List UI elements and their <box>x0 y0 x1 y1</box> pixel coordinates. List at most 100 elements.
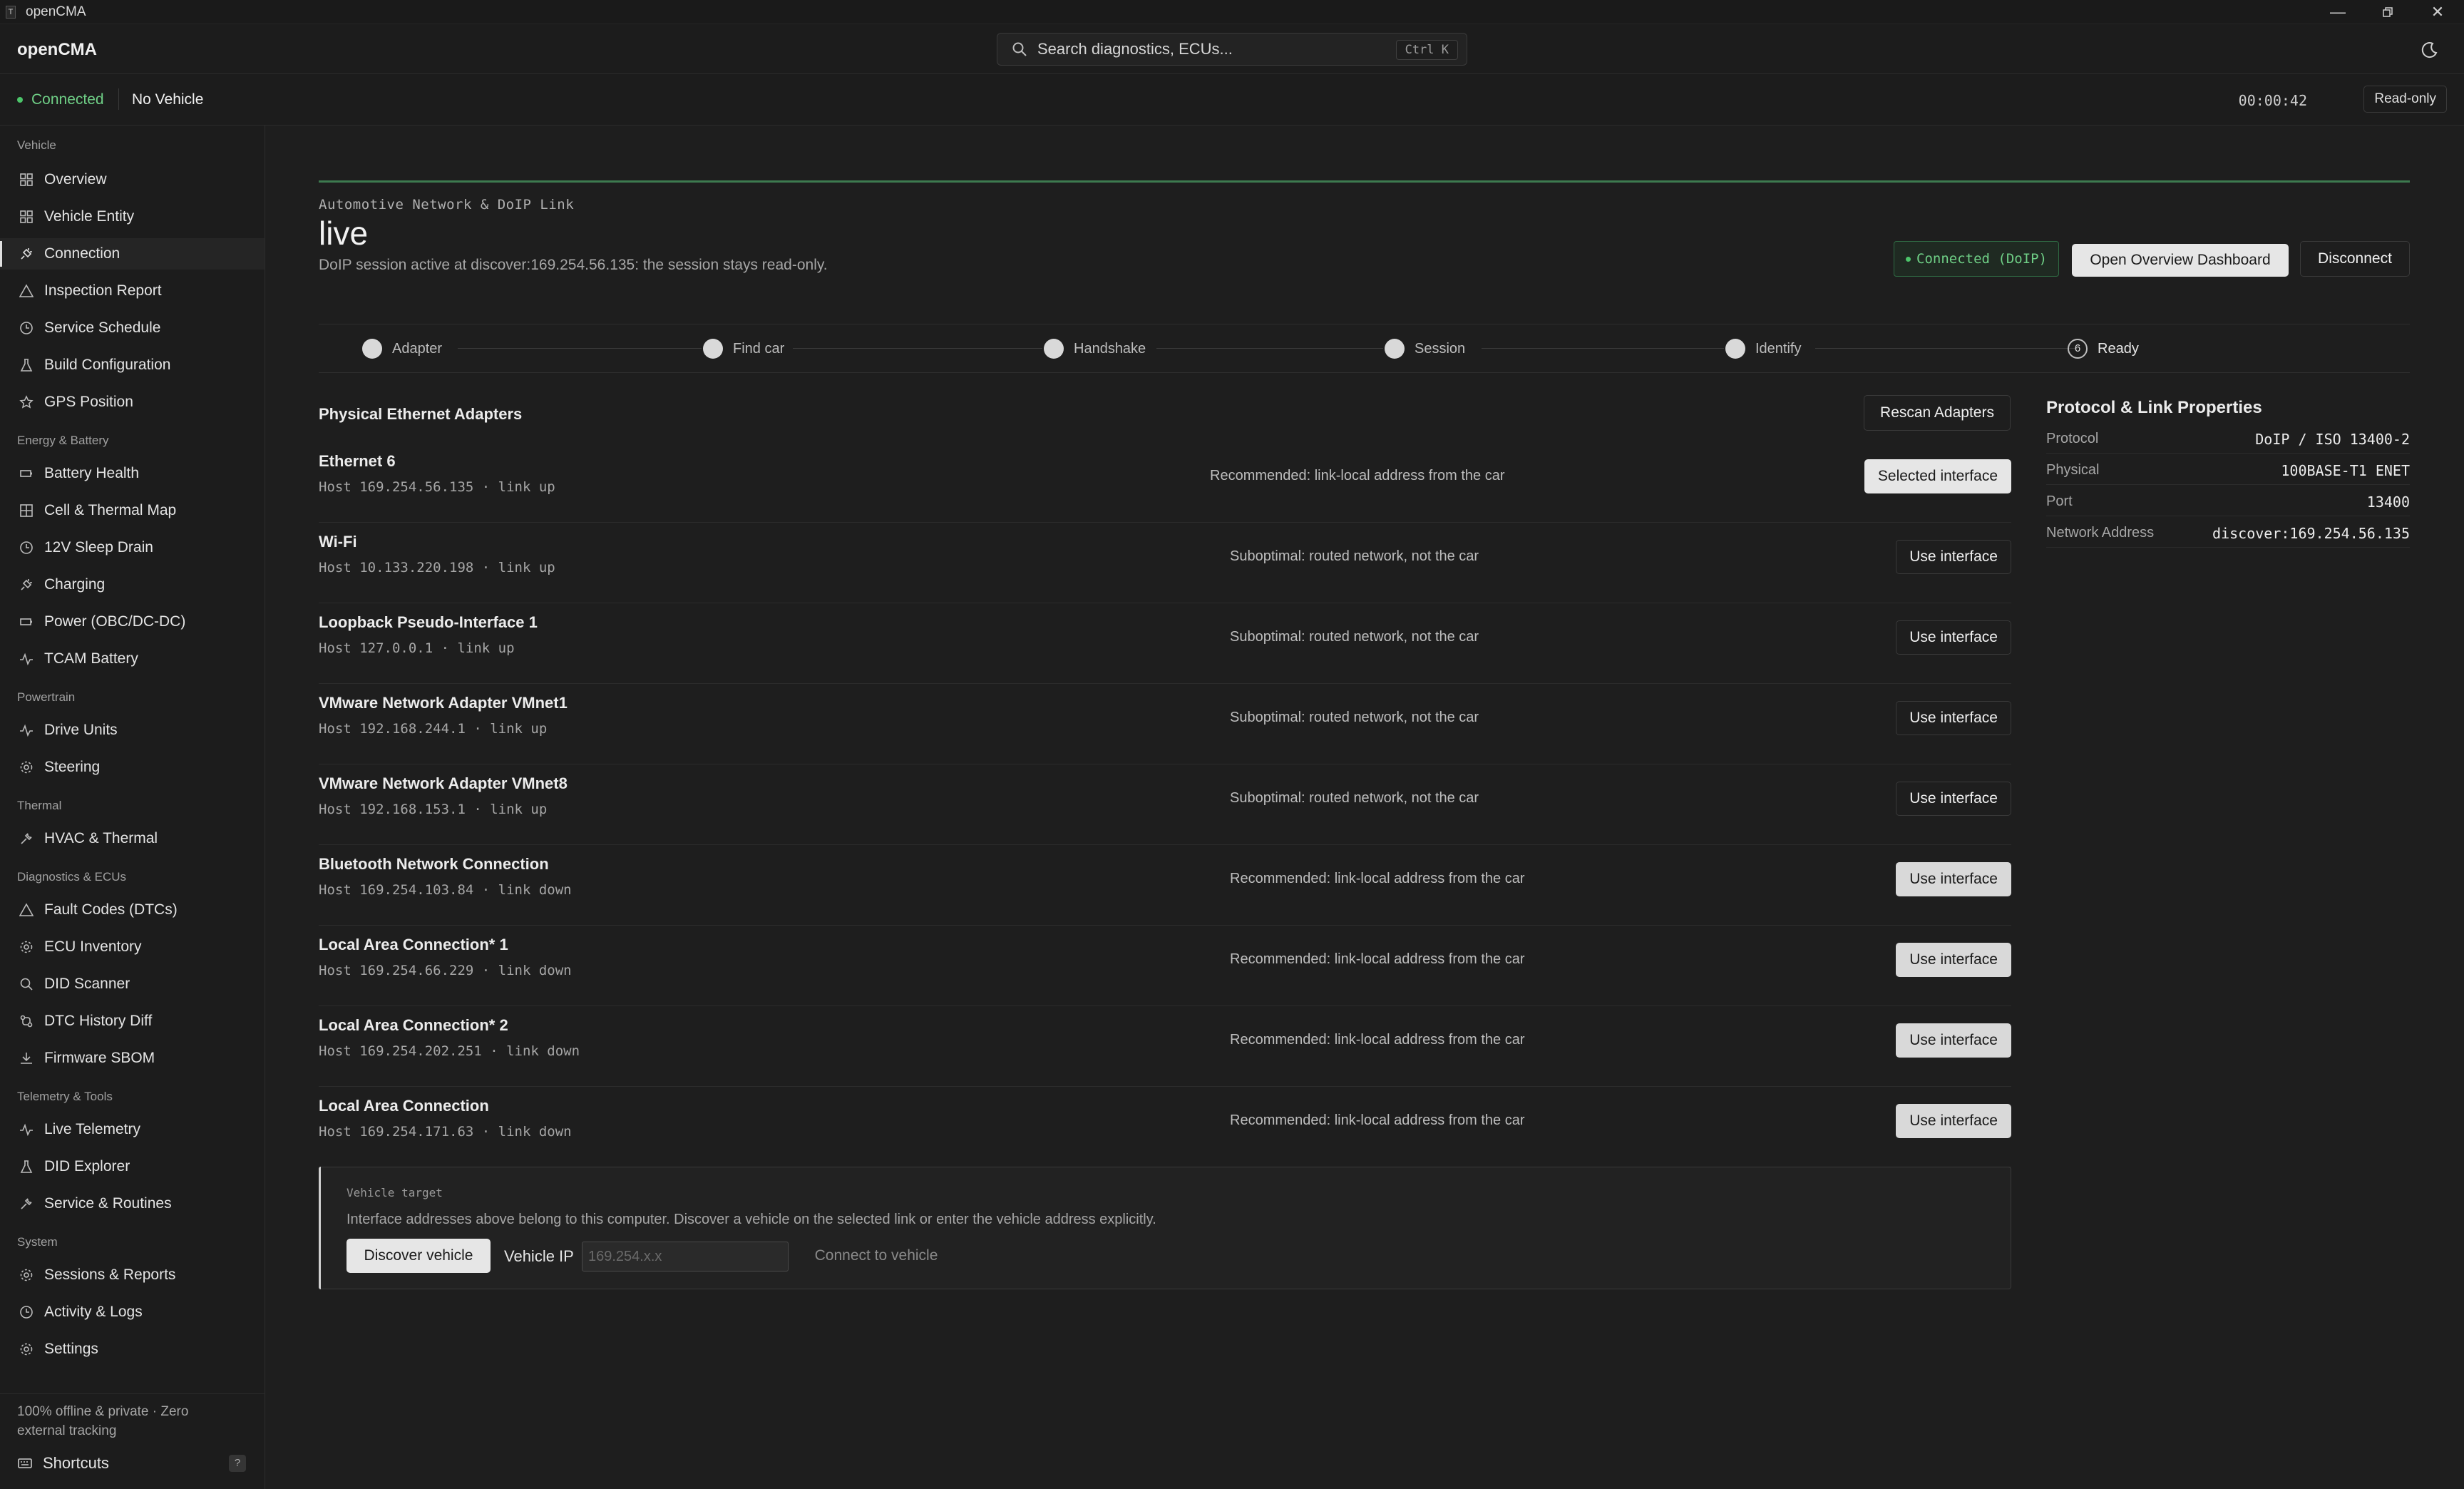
battery-icon <box>19 614 34 630</box>
sidebar: Vehicle Overview Vehicle Entity Connecti… <box>0 126 265 1489</box>
adapter-name: Bluetooth Network Connection <box>319 855 549 873</box>
rescan-adapters-button[interactable]: Rescan Adapters <box>1864 395 2011 431</box>
selected-interface-button[interactable]: Selected interface <box>1864 459 2011 493</box>
sidebar-item-connection[interactable]: Connection <box>0 238 265 270</box>
step-connector <box>1815 348 2078 349</box>
status-bar: Connected No Vehicle 00:00:42 Read-only <box>0 74 2464 126</box>
sidebar-item-overview[interactable]: Overview <box>0 164 265 195</box>
adapter-recommendation: Recommended: link-local address from the… <box>1230 951 1525 967</box>
use-interface-button[interactable]: Use interface <box>1896 782 2011 816</box>
sidebar-item-battery-health[interactable]: Battery Health <box>0 458 265 489</box>
keyboard-icon <box>17 1455 33 1471</box>
sidebar-item-fault-codes[interactable]: Fault Codes (DTCs) <box>0 894 265 926</box>
warning-icon <box>19 902 34 918</box>
discover-vehicle-button[interactable]: Discover vehicle <box>346 1239 491 1273</box>
sidebar-item-sessions-reports[interactable]: Sessions & Reports <box>0 1259 265 1291</box>
sidebar-item-dtc-history-diff[interactable]: DTC History Diff <box>0 1006 265 1037</box>
adapter-recommendation: Recommended: link-local address from the… <box>1230 1112 1525 1128</box>
flask-icon <box>19 1159 34 1175</box>
sidebar-item-live-telemetry[interactable]: Live Telemetry <box>0 1114 265 1145</box>
search-shortcut-hint: Ctrl K <box>1395 40 1458 60</box>
sidebar-item-tcam-battery[interactable]: TCAM Battery <box>0 643 265 675</box>
step-connector <box>793 348 1042 349</box>
properties-title: Protocol & Link Properties <box>2046 398 2262 417</box>
sidebar-item-did-scanner[interactable]: DID Scanner <box>0 968 265 1000</box>
sidebar-item-ecu-inventory[interactable]: ECU Inventory <box>0 931 265 963</box>
sidebar-item-did-explorer[interactable]: DID Explorer <box>0 1151 265 1182</box>
step-connector <box>1482 348 1724 349</box>
shortcut-key-badge: ? <box>229 1455 246 1472</box>
divider <box>319 372 2410 373</box>
vehicle-status: No Vehicle <box>132 91 204 108</box>
use-interface-button[interactable]: Use interface <box>1896 943 2011 977</box>
sidebar-item-cell-thermal-map[interactable]: Cell & Thermal Map <box>0 495 265 526</box>
sidebar-item-12v-sleep-drain[interactable]: 12V Sleep Drain <box>0 532 265 563</box>
flask-icon <box>19 357 34 373</box>
adapter-recommendation: Suboptimal: routed network, not the car <box>1230 710 1479 725</box>
close-icon[interactable]: ✕ <box>2413 0 2463 24</box>
search-box[interactable]: Search diagnostics, ECUs... Ctrl K <box>997 33 1467 66</box>
use-interface-button[interactable]: Use interface <box>1896 1104 2011 1138</box>
grid-icon <box>19 503 34 518</box>
gear-icon <box>19 939 34 955</box>
adapter-name: Loopback Pseudo-Interface 1 <box>319 613 538 631</box>
page-eyebrow: Automotive Network & DoIP Link <box>319 197 575 213</box>
open-overview-dashboard-button[interactable]: Open Overview Dashboard <box>2072 244 2289 277</box>
disconnect-button[interactable]: Disconnect <box>2300 241 2410 277</box>
step-identify: Identify <box>1725 337 1801 361</box>
adapter-row: Ethernet 6 Host 169.254.56.135 · link up R… <box>319 442 2011 523</box>
step-complete-icon <box>703 339 723 359</box>
window-titlebar: T openCMA — ✕ <box>0 0 2464 24</box>
step-ready: 6 Ready <box>2068 337 2139 361</box>
minimize-icon[interactable]: — <box>2313 0 2363 24</box>
use-interface-button[interactable]: Use interface <box>1896 701 2011 735</box>
sidebar-item-inspection-report[interactable]: Inspection Report <box>0 275 265 307</box>
page-subtitle: DoIP session active at discover:169.254.… <box>319 257 828 273</box>
property-row-protocol: Protocol DoIP / ISO 13400-2 <box>2046 422 2410 454</box>
adapter-row: Bluetooth Network Connection Host 169.254… <box>319 845 2011 926</box>
adapter-row: Loopback Pseudo-Interface 1 Host 127.0.0.… <box>319 603 2011 684</box>
sidebar-item-charging[interactable]: Charging <box>0 569 265 600</box>
use-interface-button[interactable]: Use interface <box>1896 862 2011 896</box>
step-number-badge: 6 <box>2068 339 2088 359</box>
sidebar-item-power[interactable]: Power (OBC/DC-DC) <box>0 606 265 638</box>
moon-icon[interactable] <box>2420 40 2440 60</box>
adapter-name: Local Area Connection* 2 <box>319 1016 508 1034</box>
use-interface-button[interactable]: Use interface <box>1896 1023 2011 1058</box>
sidebar-item-settings[interactable]: Settings <box>0 1334 265 1365</box>
adapter-host: Host 192.168.244.1 · link up <box>319 721 548 737</box>
sidebar-item-activity-logs[interactable]: Activity & Logs <box>0 1296 265 1328</box>
page-title: live <box>319 215 369 252</box>
sidebar-item-service-routines[interactable]: Service & Routines <box>0 1188 265 1219</box>
adapter-recommendation: Suboptimal: routed network, not the car <box>1230 548 1479 564</box>
property-row-port: Port 13400 <box>2046 485 2410 516</box>
sidebar-item-firmware-sbom[interactable]: Firmware SBOM <box>0 1043 265 1074</box>
adapter-name: Wi-Fi <box>319 533 357 551</box>
sidebar-item-vehicle-entity[interactable]: Vehicle Entity <box>0 201 265 232</box>
sidebar-item-gps-position[interactable]: GPS Position <box>0 387 265 418</box>
adapter-row: Wi-Fi Host 10.133.220.198 · link up Subopt… <box>319 523 2011 603</box>
sidebar-item-drive-units[interactable]: Drive Units <box>0 715 265 746</box>
shortcuts-button[interactable]: Shortcuts ? <box>0 1449 265 1478</box>
privacy-note: 100% offline & private · Zero external t… <box>17 1404 189 1438</box>
search-icon <box>1012 42 1027 56</box>
vehicle-ip-input[interactable] <box>582 1242 789 1271</box>
use-interface-button[interactable]: Use interface <box>1896 620 2011 655</box>
nav-section-diagnostics: Diagnostics & ECUs <box>17 870 127 884</box>
sidebar-item-hvac-thermal[interactable]: HVAC & Thermal <box>0 823 265 854</box>
sidebar-item-service-schedule[interactable]: Service Schedule <box>0 312 265 344</box>
adapter-recommendation: Suboptimal: routed network, not the car <box>1230 790 1479 806</box>
search-placeholder: Search diagnostics, ECUs... <box>1037 40 1233 58</box>
search-icon <box>19 976 34 992</box>
adapter-name: VMware Network Adapter VMnet8 <box>319 774 568 792</box>
connect-to-vehicle-button[interactable]: Connect to vehicle <box>794 1239 958 1273</box>
use-interface-button[interactable]: Use interface <box>1896 540 2011 574</box>
sidebar-item-steering[interactable]: Steering <box>0 752 265 783</box>
step-find-car: Find car <box>703 337 784 361</box>
adapter-host: Host 169.254.202.251 · link down <box>319 1043 580 1059</box>
step-connector <box>458 348 702 349</box>
gear-icon <box>19 1341 34 1357</box>
gear-icon <box>19 759 34 775</box>
restore-icon[interactable] <box>2363 0 2413 24</box>
sidebar-item-build-configuration[interactable]: Build Configuration <box>0 349 265 381</box>
